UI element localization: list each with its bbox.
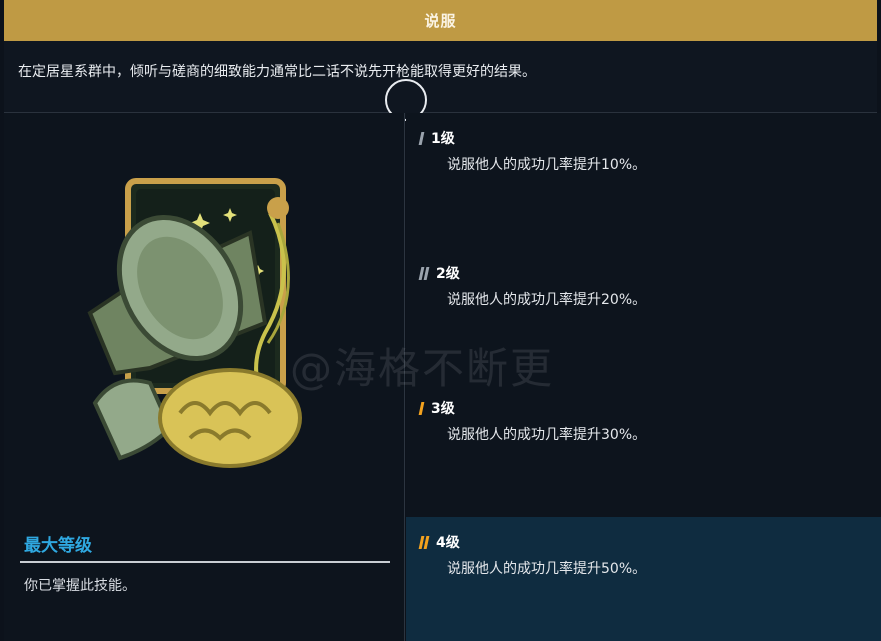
max-level-divider: [20, 561, 390, 563]
rank-description: 说服他人的成功几率提升30%。: [447, 427, 647, 443]
rank-item-2[interactable]: 2级 说服他人的成功几率提升20%。: [406, 248, 881, 383]
rank-item-1[interactable]: 1级 说服他人的成功几率提升10%。: [406, 113, 881, 248]
rank-3-bars-icon: [418, 401, 425, 415]
skill-description-band: 在定居星系群中，倾听与磋商的细致能力通常比二话不说先开枪能取得更好的结果。: [4, 41, 877, 113]
rank-label: 2级: [436, 266, 460, 282]
rank-label: 1级: [431, 131, 455, 147]
rank-item-3[interactable]: 3级 说服他人的成功几率提升30%。: [406, 383, 881, 517]
skill-title: 说服: [424, 12, 457, 30]
rank-label: 3级: [431, 401, 455, 417]
rank-2-bars-icon: [418, 266, 430, 280]
skill-description: 在定居星系群中，倾听与磋商的细致能力通常比二话不说先开枪能取得更好的结果。: [18, 64, 536, 80]
rank-label: 4级: [436, 535, 460, 551]
rank-1-bars-icon: [418, 131, 425, 145]
persuasion-megaphone-brain-icon: [87, 178, 302, 468]
skill-title-bar: 说服: [4, 0, 877, 41]
rank-4-bars-icon: [418, 535, 430, 549]
rank-description: 说服他人的成功几率提升50%。: [447, 561, 647, 577]
rank-description: 说服他人的成功几率提升20%。: [447, 292, 647, 308]
skill-ranks-panel: 1级 说服他人的成功几率提升10%。 2级 说服他人的成功几率提升20%。 3级…: [406, 113, 881, 641]
rank-description: 说服他人的成功几率提升10%。: [447, 157, 647, 173]
skill-emblem-panel: 最大等级 你已掌握此技能。: [4, 113, 405, 641]
max-level-text: 你已掌握此技能。: [24, 578, 136, 594]
rank-item-4[interactable]: 4级 说服他人的成功几率提升50%。: [406, 517, 881, 641]
max-level-title: 最大等级: [24, 536, 92, 556]
